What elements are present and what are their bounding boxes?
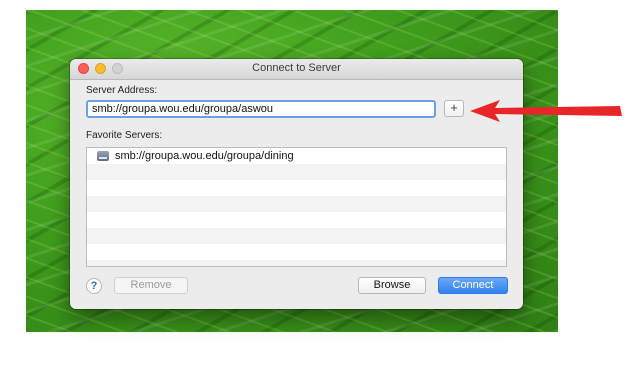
empty-row [87, 212, 506, 228]
empty-row [87, 180, 506, 196]
connect-button[interactable]: Connect [438, 277, 508, 294]
help-button[interactable]: ? [86, 278, 102, 294]
empty-row [87, 244, 506, 260]
server-address-input[interactable] [86, 100, 436, 118]
title-bar: Connect to Server [70, 59, 523, 80]
server-address-label: Server Address: [86, 85, 158, 96]
empty-row [87, 196, 506, 212]
empty-row [87, 228, 506, 244]
empty-row [87, 164, 506, 180]
list-item[interactable]: smb://groupa.wou.edu/groupa/dining [87, 148, 506, 164]
connect-to-server-dialog: Connect to Server Server Address: + Favo… [70, 59, 523, 309]
favorite-servers-label: Favorite Servers: [86, 130, 163, 141]
add-favorite-button[interactable]: + [444, 100, 464, 117]
network-drive-icon [97, 151, 109, 161]
browse-button[interactable]: Browse [358, 277, 426, 294]
window-title: Connect to Server [252, 62, 341, 74]
empty-row [87, 260, 506, 266]
favorite-servers-list[interactable]: smb://groupa.wou.edu/groupa/dining [86, 147, 507, 267]
red-arrow-annotation [470, 100, 622, 122]
favorite-server-label: smb://groupa.wou.edu/groupa/dining [115, 150, 294, 162]
remove-button[interactable]: Remove [114, 277, 188, 294]
